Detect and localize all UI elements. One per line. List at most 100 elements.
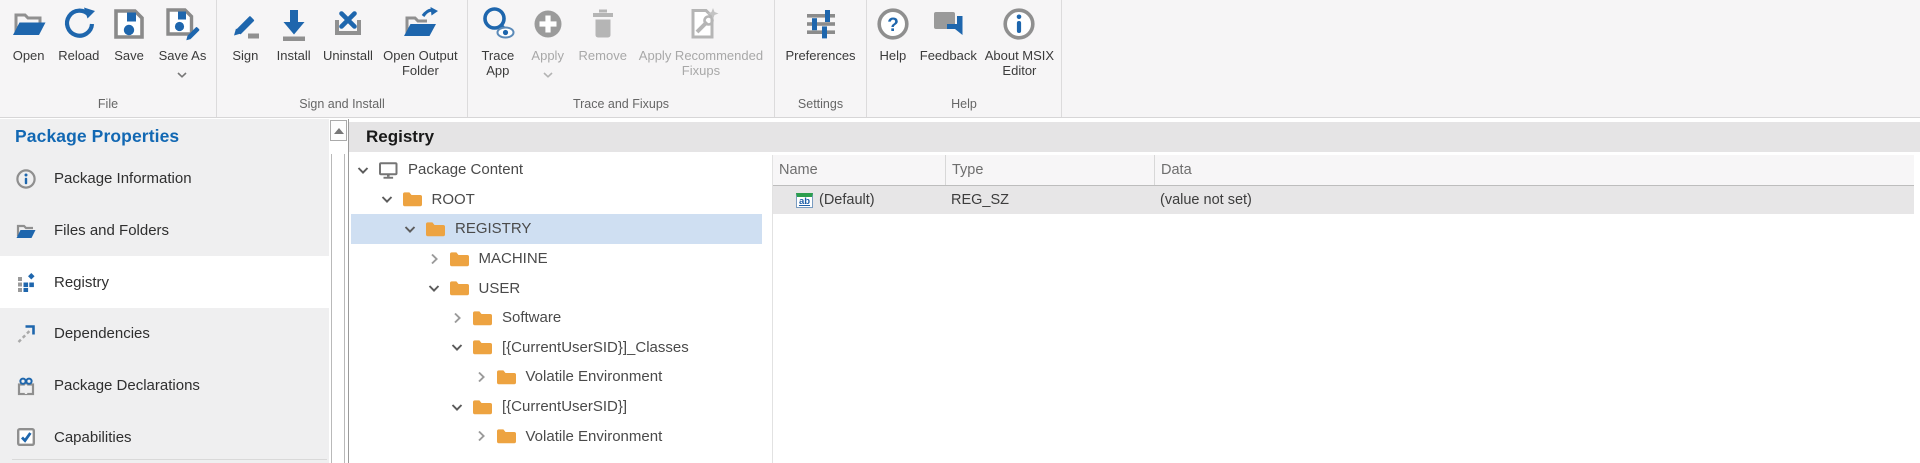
remove-button[interactable]: Remove [578, 5, 628, 63]
preferences-button[interactable]: Preferences [784, 5, 856, 63]
save-as-button[interactable]: Save As [158, 5, 208, 83]
sidebar-item-package-information[interactable]: Package Information [0, 153, 329, 205]
tree-item-volatile-environment[interactable]: Volatile Environment [351, 362, 762, 392]
sidebar-package-properties: Package Properties Package InformationFi… [0, 119, 329, 463]
tree-item-label: Software [502, 309, 561, 326]
chevron-expanded-icon[interactable] [402, 221, 420, 237]
declarations-icon [15, 375, 37, 397]
tree-item-registry[interactable]: REGISTRY [351, 214, 762, 244]
scroll-up-button[interactable] [330, 120, 347, 141]
open-output-folder-button[interactable]: Open Output Folder [382, 5, 458, 78]
chevron-expanded-icon[interactable] [379, 191, 397, 207]
tree-item-label: USER [479, 280, 521, 297]
registry-value-row[interactable]: ab(Default)REG_SZ(value not set) [773, 186, 1914, 214]
chevron-down-icon[interactable] [543, 65, 553, 83]
apply-button[interactable]: Apply [528, 5, 568, 83]
value-name: (Default) [819, 192, 875, 208]
save-icon [110, 5, 148, 43]
apply-recommended-fixups-button[interactable]: Apply Recommended Fixups [638, 5, 764, 78]
sidebar-item-files-and-folders[interactable]: Files and Folders [0, 205, 329, 257]
tree-item-label: Volatile Environment [526, 428, 663, 445]
feedback-icon [929, 5, 967, 43]
ribbon-group-label: Settings [775, 95, 866, 117]
sidebar-title: Package Properties [0, 119, 329, 147]
trace-app-button[interactable]: Trace App [478, 5, 518, 78]
tree-item-machine[interactable]: MACHINE [351, 244, 762, 274]
tree-item-label: MACHINE [479, 250, 548, 267]
column-header-type[interactable]: Type [945, 155, 1154, 185]
chevron-down-icon[interactable] [177, 65, 187, 83]
chevron-collapsed-icon[interactable] [473, 428, 491, 444]
chevron-collapsed-icon[interactable] [473, 369, 491, 385]
about-msix-editor-button[interactable]: About MSIX Editor [984, 5, 1055, 78]
sidebar-divider [12, 459, 327, 460]
sidebar-item-dependencies[interactable]: Dependencies [0, 308, 329, 360]
reg-sz-icon: ab [796, 193, 813, 208]
fixups-icon [682, 5, 720, 43]
column-header-data[interactable]: Data [1154, 155, 1914, 185]
tree-item-root[interactable]: ROOT [351, 185, 762, 215]
sign-icon [226, 5, 264, 43]
button-label: Trace App [481, 48, 514, 78]
uninstall-button[interactable]: Uninstall [322, 5, 374, 63]
tree-item-currentusersid-classes[interactable]: [{CurrentUserSID}]_Classes [351, 333, 762, 363]
open-button[interactable]: Open [9, 5, 49, 63]
ribbon-group-sign-and-install: Sign Install UninstallOpen Output Folder Si… [217, 0, 468, 117]
ribbon-group-label: File [0, 95, 216, 117]
tree-item-label: [{CurrentUserSID}] [502, 398, 627, 415]
tree-item-user[interactable]: USER [351, 273, 762, 303]
chevron-collapsed-icon[interactable] [449, 310, 467, 326]
main-panel: Registry Package ContentROOTREGISTRYMACH… [348, 119, 1920, 463]
ribbon-group-label: Sign and Install [217, 95, 467, 117]
capabilities-icon [15, 426, 37, 448]
button-label: Preferences [785, 48, 855, 63]
sidebar-scrollbar[interactable] [329, 119, 348, 463]
sidebar-item-capabilities[interactable]: Capabilities [0, 411, 329, 463]
folder-icon [496, 368, 517, 386]
registry-icon [15, 271, 37, 293]
help-icon: ? [874, 5, 912, 43]
chevron-expanded-icon[interactable] [449, 399, 467, 415]
column-header-name[interactable]: Name [773, 155, 945, 185]
feedback-button[interactable]: Feedback [919, 5, 978, 63]
monitor-icon [378, 161, 399, 179]
remove-icon [584, 5, 622, 43]
reload-icon [60, 5, 98, 43]
folder-icon [496, 427, 517, 445]
tree-item-label: Volatile Environment [526, 368, 663, 385]
svg-text:?: ? [887, 15, 899, 36]
chevron-expanded-icon[interactable] [449, 339, 467, 355]
button-label: Remove [579, 48, 627, 63]
ribbon-group-file: OpenReloadSaveSave As File [0, 0, 217, 117]
sidebar-item-label: Package Declarations [54, 377, 200, 394]
tree-item-software[interactable]: Software [351, 303, 762, 333]
folder-icon [449, 279, 470, 297]
sidebar-item-package-declarations[interactable]: Package Declarations [0, 360, 329, 412]
tree-item-label: ROOT [432, 191, 475, 208]
save-button[interactable]: Save [109, 5, 149, 63]
button-label: Help [880, 48, 907, 63]
sidebar-item-label: Capabilities [54, 429, 132, 446]
scrollbar-track[interactable] [331, 154, 345, 463]
chevron-collapsed-icon[interactable] [426, 251, 444, 267]
chevron-expanded-icon[interactable] [355, 162, 373, 178]
folder-icon [472, 398, 493, 416]
install-button[interactable]: Install [274, 5, 314, 63]
value-name-cell: ab (Default) [773, 192, 945, 208]
install-icon [275, 5, 313, 43]
ribbon-group-help: ? HelpFeedbackAbout MSIX Editor Help [867, 0, 1062, 117]
reload-button[interactable]: Reload [57, 5, 100, 63]
tree-item-package-content[interactable]: Package Content [351, 155, 762, 185]
uninstall-icon [329, 5, 367, 43]
sign-button[interactable]: Sign [225, 5, 265, 63]
button-label: Install [277, 48, 311, 63]
value-type-cell: REG_SZ [945, 192, 1154, 208]
help-button[interactable]: ? Help [873, 5, 913, 63]
tree-item-currentusersid[interactable]: [{CurrentUserSID}] [351, 392, 762, 422]
sidebar-item-registry[interactable]: Registry [0, 256, 329, 308]
save-as-icon [163, 5, 201, 43]
tree-item-volatile-environment[interactable]: Volatile Environment [351, 421, 762, 451]
sidebar-item-label: Registry [54, 274, 109, 291]
preferences-icon [802, 5, 840, 43]
chevron-expanded-icon[interactable] [426, 280, 444, 296]
